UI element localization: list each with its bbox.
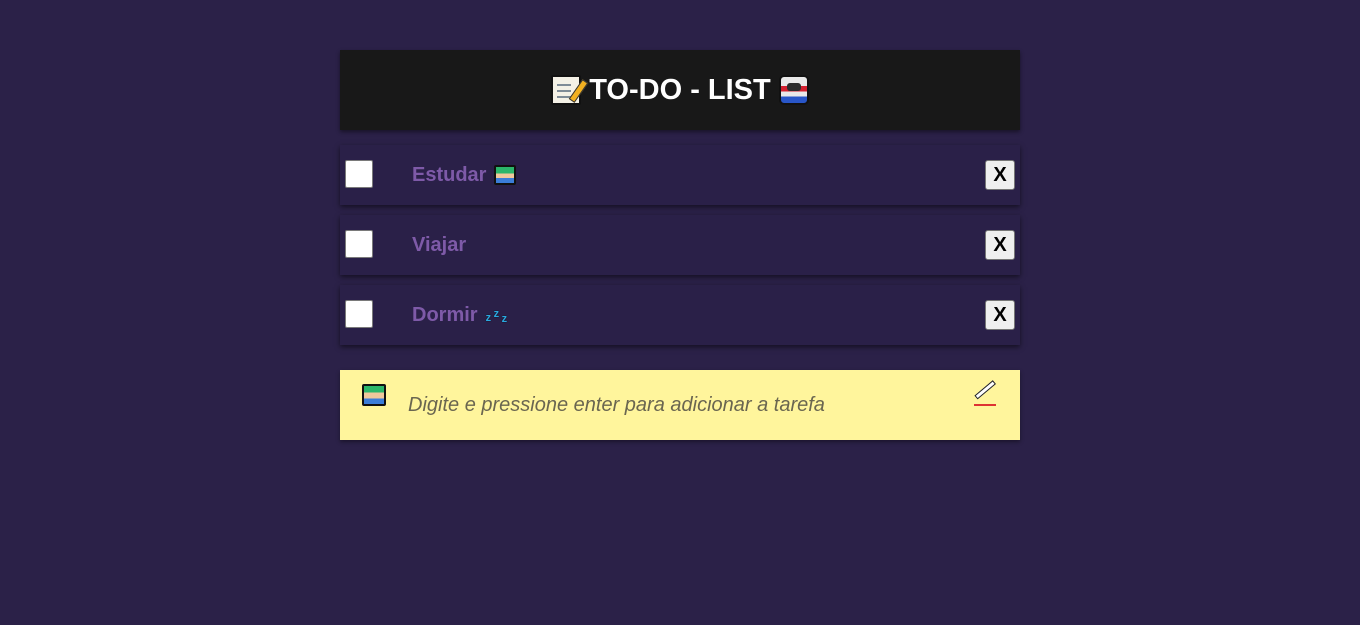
flag-icon (778, 75, 809, 105)
delete-task-button[interactable]: X (985, 300, 1015, 330)
task-checkbox[interactable] (345, 300, 373, 328)
memo-icon (551, 75, 582, 105)
task-label-container: Dormir z z z (412, 285, 510, 345)
app-header: TO-DO - LIST (340, 50, 1020, 130)
pencil-icon (974, 386, 998, 408)
task-label-container: Viajar (412, 215, 466, 275)
study-icon (494, 165, 517, 185)
delete-task-button[interactable]: X (985, 230, 1015, 260)
task-label-container: Estudar (412, 145, 517, 205)
study-icon (362, 384, 386, 406)
task-checkbox[interactable] (345, 160, 373, 188)
new-task-bar (340, 370, 1020, 440)
task-item: Estudar X (340, 145, 1020, 205)
task-item: Viajar X (340, 215, 1020, 275)
sleep-icon: z z z (485, 308, 508, 325)
task-label: Viajar (412, 234, 467, 256)
task-label: Dormir (412, 304, 478, 326)
task-item: Dormir z z z X (340, 285, 1020, 345)
new-task-input[interactable] (408, 390, 968, 420)
todo-app: TO-DO - LIST Estudar X Viajar X Dormir z… (340, 50, 1020, 440)
delete-task-button[interactable]: X (985, 160, 1015, 190)
task-label: Estudar (412, 164, 487, 186)
page-title: TO-DO - LIST (589, 73, 771, 106)
task-checkbox[interactable] (345, 230, 373, 258)
